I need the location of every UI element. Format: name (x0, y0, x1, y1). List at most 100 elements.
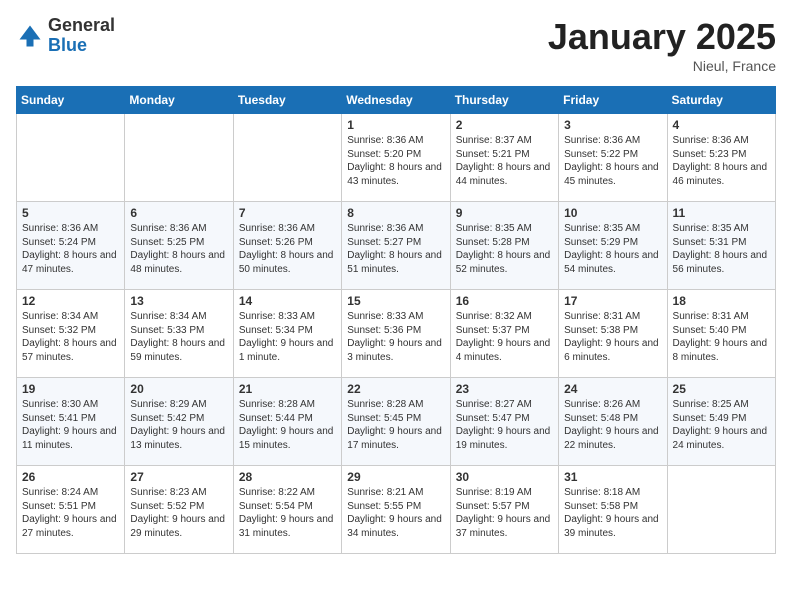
day-number: 3 (564, 118, 661, 132)
day-number: 22 (347, 382, 444, 396)
logo-general-text: General (48, 15, 115, 35)
location: Nieul, France (548, 58, 776, 74)
cell-details: Sunrise: 8:36 AM Sunset: 5:20 PM Dayligh… (347, 134, 444, 188)
cell-details: Sunrise: 8:27 AM Sunset: 5:47 PM Dayligh… (456, 398, 553, 452)
weekday-header-sunday: Sunday (17, 87, 125, 114)
logo: General Blue (16, 16, 115, 56)
week-row-3: 12 Sunrise: 8:34 AM Sunset: 5:32 PM Dayli… (17, 290, 776, 378)
title-block: January 2025 Nieul, France (548, 16, 776, 74)
calendar-cell: 26 Sunrise: 8:24 AM Sunset: 5:51 PM Dayli… (17, 466, 125, 554)
logo-blue-text: Blue (48, 35, 87, 55)
calendar-cell: 23 Sunrise: 8:27 AM Sunset: 5:47 PM Dayli… (450, 378, 558, 466)
cell-details: Sunrise: 8:36 AM Sunset: 5:23 PM Dayligh… (673, 134, 770, 188)
day-number: 20 (130, 382, 227, 396)
day-number: 29 (347, 470, 444, 484)
cell-details: Sunrise: 8:36 AM Sunset: 5:27 PM Dayligh… (347, 222, 444, 276)
day-number: 17 (564, 294, 661, 308)
day-number: 15 (347, 294, 444, 308)
cell-details: Sunrise: 8:35 AM Sunset: 5:29 PM Dayligh… (564, 222, 661, 276)
calendar-cell: 31 Sunrise: 8:18 AM Sunset: 5:58 PM Dayli… (559, 466, 667, 554)
day-number: 23 (456, 382, 553, 396)
day-number: 8 (347, 206, 444, 220)
calendar-cell: 25 Sunrise: 8:25 AM Sunset: 5:49 PM Dayli… (667, 378, 775, 466)
weekday-header-tuesday: Tuesday (233, 87, 341, 114)
weekday-header-wednesday: Wednesday (342, 87, 450, 114)
calendar-table: SundayMondayTuesdayWednesdayThursdayFrid… (16, 86, 776, 554)
calendar-cell: 10Sunrise: 8:35 AM Sunset: 5:29 PM Dayli… (559, 202, 667, 290)
cell-details: Sunrise: 8:18 AM Sunset: 5:58 PM Dayligh… (564, 486, 661, 540)
cell-details: Sunrise: 8:26 AM Sunset: 5:48 PM Dayligh… (564, 398, 661, 452)
cell-details: Sunrise: 8:32 AM Sunset: 5:37 PM Dayligh… (456, 310, 553, 364)
cell-details: Sunrise: 8:36 AM Sunset: 5:24 PM Dayligh… (22, 222, 119, 276)
cell-details: Sunrise: 8:30 AM Sunset: 5:41 PM Dayligh… (22, 398, 119, 452)
logo-icon (16, 22, 44, 50)
calendar-cell: 13Sunrise: 8:34 AM Sunset: 5:33 PM Dayli… (125, 290, 233, 378)
cell-details: Sunrise: 8:22 AM Sunset: 5:54 PM Dayligh… (239, 486, 336, 540)
calendar-cell: 12 Sunrise: 8:34 AM Sunset: 5:32 PM Dayli… (17, 290, 125, 378)
calendar-cell: 19 Sunrise: 8:30 AM Sunset: 5:41 PM Dayli… (17, 378, 125, 466)
cell-details: Sunrise: 8:34 AM Sunset: 5:32 PM Dayligh… (22, 310, 119, 364)
cell-details: Sunrise: 8:33 AM Sunset: 5:36 PM Dayligh… (347, 310, 444, 364)
day-number: 9 (456, 206, 553, 220)
calendar-cell: 6Sunrise: 8:36 AM Sunset: 5:25 PM Daylig… (125, 202, 233, 290)
day-number: 30 (456, 470, 553, 484)
day-number: 27 (130, 470, 227, 484)
week-row-1: 1 Sunrise: 8:36 AM Sunset: 5:20 PM Daylig… (17, 114, 776, 202)
day-number: 24 (564, 382, 661, 396)
calendar-cell: 29Sunrise: 8:21 AM Sunset: 5:55 PM Dayli… (342, 466, 450, 554)
weekday-header-saturday: Saturday (667, 87, 775, 114)
calendar-cell: 7 Sunrise: 8:36 AM Sunset: 5:26 PM Daylig… (233, 202, 341, 290)
day-number: 16 (456, 294, 553, 308)
page-header: General Blue January 2025 Nieul, France (16, 16, 776, 74)
calendar-cell: 4 Sunrise: 8:36 AM Sunset: 5:23 PM Daylig… (667, 114, 775, 202)
calendar-cell: 2 Sunrise: 8:37 AM Sunset: 5:21 PM Daylig… (450, 114, 558, 202)
calendar-cell: 20 Sunrise: 8:29 AM Sunset: 5:42 PM Dayli… (125, 378, 233, 466)
day-number: 11 (673, 206, 770, 220)
day-number: 28 (239, 470, 336, 484)
day-number: 1 (347, 118, 444, 132)
calendar-cell: 24 Sunrise: 8:26 AM Sunset: 5:48 PM Dayli… (559, 378, 667, 466)
calendar-cell (17, 114, 125, 202)
cell-details: Sunrise: 8:36 AM Sunset: 5:22 PM Dayligh… (564, 134, 661, 188)
calendar-cell (233, 114, 341, 202)
cell-details: Sunrise: 8:33 AM Sunset: 5:34 PM Dayligh… (239, 310, 336, 364)
weekday-header-row: SundayMondayTuesdayWednesdayThursdayFrid… (17, 87, 776, 114)
day-number: 31 (564, 470, 661, 484)
day-number: 26 (22, 470, 119, 484)
weekday-header-thursday: Thursday (450, 87, 558, 114)
day-number: 12 (22, 294, 119, 308)
cell-details: Sunrise: 8:35 AM Sunset: 5:28 PM Dayligh… (456, 222, 553, 276)
weekday-header-friday: Friday (559, 87, 667, 114)
cell-details: Sunrise: 8:23 AM Sunset: 5:52 PM Dayligh… (130, 486, 227, 540)
day-number: 14 (239, 294, 336, 308)
cell-details: Sunrise: 8:28 AM Sunset: 5:45 PM Dayligh… (347, 398, 444, 452)
calendar-cell: 30 Sunrise: 8:19 AM Sunset: 5:57 PM Dayli… (450, 466, 558, 554)
cell-details: Sunrise: 8:35 AM Sunset: 5:31 PM Dayligh… (673, 222, 770, 276)
calendar-cell: 5 Sunrise: 8:36 AM Sunset: 5:24 PM Daylig… (17, 202, 125, 290)
day-number: 25 (673, 382, 770, 396)
cell-details: Sunrise: 8:31 AM Sunset: 5:40 PM Dayligh… (673, 310, 770, 364)
cell-details: Sunrise: 8:37 AM Sunset: 5:21 PM Dayligh… (456, 134, 553, 188)
day-number: 7 (239, 206, 336, 220)
cell-details: Sunrise: 8:24 AM Sunset: 5:51 PM Dayligh… (22, 486, 119, 540)
cell-details: Sunrise: 8:31 AM Sunset: 5:38 PM Dayligh… (564, 310, 661, 364)
calendar-cell: 18 Sunrise: 8:31 AM Sunset: 5:40 PM Dayli… (667, 290, 775, 378)
cell-details: Sunrise: 8:29 AM Sunset: 5:42 PM Dayligh… (130, 398, 227, 452)
day-number: 2 (456, 118, 553, 132)
day-number: 18 (673, 294, 770, 308)
day-number: 4 (673, 118, 770, 132)
weekday-header-monday: Monday (125, 87, 233, 114)
calendar-cell: 17 Sunrise: 8:31 AM Sunset: 5:38 PM Dayli… (559, 290, 667, 378)
week-row-2: 5 Sunrise: 8:36 AM Sunset: 5:24 PM Daylig… (17, 202, 776, 290)
calendar-cell: 16 Sunrise: 8:32 AM Sunset: 5:37 PM Dayli… (450, 290, 558, 378)
cell-details: Sunrise: 8:19 AM Sunset: 5:57 PM Dayligh… (456, 486, 553, 540)
day-number: 6 (130, 206, 227, 220)
calendar-cell: 8 Sunrise: 8:36 AM Sunset: 5:27 PM Daylig… (342, 202, 450, 290)
cell-details: Sunrise: 8:28 AM Sunset: 5:44 PM Dayligh… (239, 398, 336, 452)
day-number: 5 (22, 206, 119, 220)
cell-details: Sunrise: 8:25 AM Sunset: 5:49 PM Dayligh… (673, 398, 770, 452)
month-title: January 2025 (548, 16, 776, 58)
cell-details: Sunrise: 8:36 AM Sunset: 5:26 PM Dayligh… (239, 222, 336, 276)
calendar-cell (125, 114, 233, 202)
day-number: 19 (22, 382, 119, 396)
